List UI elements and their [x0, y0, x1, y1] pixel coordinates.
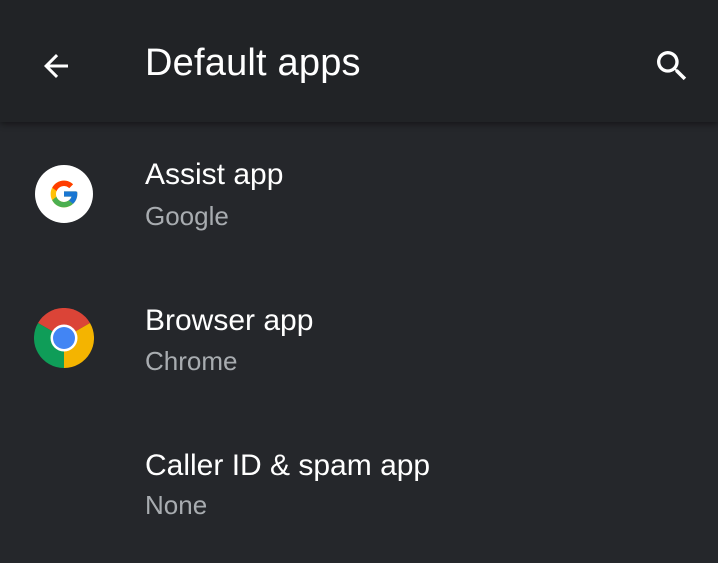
- item-subtitle: None: [145, 490, 208, 520]
- item-title: Browser app: [145, 304, 314, 337]
- chrome-icon: [34, 308, 94, 368]
- app-bar: Default apps: [0, 0, 718, 122]
- item-subtitle: Google: [145, 201, 229, 231]
- list-item-assist-app[interactable]: Assist app Google: [0, 122, 718, 267]
- search-icon: [657, 51, 687, 81]
- list-item-browser-app[interactable]: Browser app Chrome: [0, 267, 718, 412]
- list-item-caller-id-spam-app[interactable]: Caller ID & spam app None: [0, 412, 718, 557]
- arrow-back-icon: [44, 54, 68, 78]
- item-title: Caller ID & spam app: [145, 449, 431, 482]
- search-button[interactable]: [640, 34, 704, 98]
- item-title: Assist app: [145, 158, 284, 191]
- default-apps-list: Assist app Google Browser app Chrome Cal…: [0, 122, 718, 563]
- item-subtitle: Chrome: [145, 346, 238, 376]
- back-button[interactable]: [24, 34, 88, 98]
- page-title: Default apps: [145, 42, 361, 84]
- google-icon: [35, 165, 93, 223]
